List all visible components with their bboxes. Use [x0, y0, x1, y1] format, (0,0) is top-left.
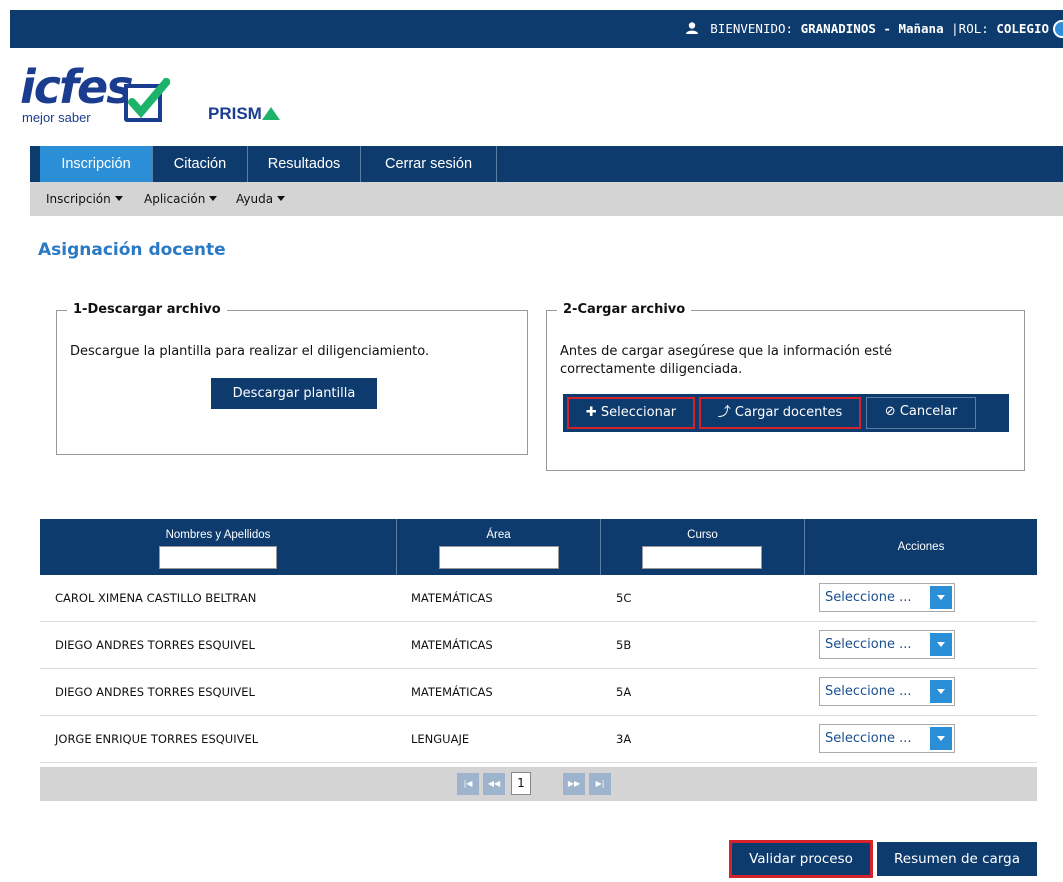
table-row: DIEGO ANDRES TORRES ESQUIVEL MATEMÁTICAS…: [40, 622, 1037, 669]
role-label: |ROL:: [951, 21, 989, 36]
column-header-area: Área: [397, 519, 601, 575]
submenu-inscripcion[interactable]: Inscripción: [46, 192, 123, 206]
caret-down-icon: [114, 196, 123, 201]
download-fieldset: 1-Descargar archivo Descargue la plantil…: [56, 302, 528, 455]
upload-toolbar: ✚ Seleccionar ⤴ Cargar docentes ⊘ Cancel…: [563, 394, 1009, 432]
dropdown-arrow-icon[interactable]: [930, 633, 952, 656]
upload-fieldset: 2-Cargar archivo Antes de cargar asegúre…: [546, 302, 1025, 471]
action-select-value: Seleccione ...: [825, 590, 912, 605]
cell-name: CAROL XIMENA CASTILLO BELTRAN: [55, 591, 257, 605]
action-select[interactable]: Seleccione ...: [819, 583, 955, 612]
cell-name: DIEGO ANDRES TORRES ESQUIVEL: [55, 638, 255, 652]
validate-process-button[interactable]: Validar proceso: [729, 840, 873, 878]
tab-inscripcion[interactable]: Inscripción: [40, 146, 153, 182]
column-header-nombres: Nombres y Apellidos: [40, 519, 397, 575]
logo-text: icfes: [20, 60, 134, 114]
table-row: JORGE ENRIQUE TORRES ESQUIVEL LENGUAJE 3…: [40, 716, 1037, 763]
last-page-icon[interactable]: ▶|: [589, 773, 611, 795]
submenu-inscripcion-label: Inscripción: [46, 192, 111, 206]
table-header: Nombres y Apellidos Área Curso Acciones: [40, 519, 1037, 575]
action-select-value: Seleccione ...: [825, 684, 912, 699]
help-circle-icon[interactable]: [1053, 20, 1063, 38]
download-legend: 1-Descargar archivo: [67, 302, 227, 317]
column-label-nombres: Nombres y Apellidos: [165, 529, 271, 541]
cell-area: MATEMÁTICAS: [411, 638, 493, 652]
cancel-label: Cancelar: [899, 404, 958, 419]
cell-name: DIEGO ANDRES TORRES ESQUIVEL: [55, 685, 255, 699]
cancel-icon: ⊘: [884, 404, 900, 419]
dropdown-arrow-icon[interactable]: [930, 680, 952, 703]
submenu-ayuda[interactable]: Ayuda: [236, 192, 286, 206]
page-title: Asignación docente: [38, 240, 226, 260]
action-select[interactable]: Seleccione ...: [819, 724, 955, 753]
logo-subtitle: mejor saber: [22, 110, 91, 125]
current-page[interactable]: 1: [511, 772, 531, 795]
column-label-curso: Curso: [687, 529, 718, 541]
pagination: |◀ ◀◀ 1 ▶▶ ▶|: [40, 767, 1037, 801]
top-bar: BIENVENIDO: GRANADINOS - Mañana |ROL: CO…: [10, 10, 1063, 48]
main-nav: Inscripción Citación Resultados Cerrar s…: [30, 146, 1063, 182]
dropdown-arrow-icon[interactable]: [930, 586, 952, 609]
cell-curso: 5B: [616, 638, 632, 652]
prisma-logo: PRISM: [208, 104, 280, 124]
cell-curso: 5A: [616, 685, 632, 699]
filter-nombres-input[interactable]: [159, 546, 277, 569]
table-row: CAROL XIMENA CASTILLO BELTRAN MATEMÁTICA…: [40, 575, 1037, 622]
dropdown-arrow-icon[interactable]: [930, 727, 952, 750]
caret-down-icon: [277, 196, 286, 201]
column-header-curso: Curso: [601, 519, 805, 575]
download-template-button[interactable]: Descargar plantilla: [211, 378, 377, 409]
welcome-label: BIENVENIDO:: [710, 21, 794, 36]
select-file-button[interactable]: ✚ Seleccionar: [567, 397, 695, 429]
cell-area: LENGUAJE: [411, 732, 470, 746]
submenu-aplicacion-label: Aplicación: [144, 192, 206, 206]
column-label-area: Área: [486, 529, 511, 541]
submenu-ayuda-label: Ayuda: [236, 192, 274, 206]
cell-name: JORGE ENRIQUE TORRES ESQUIVEL: [55, 732, 259, 746]
action-select[interactable]: Seleccione ...: [819, 630, 955, 659]
welcome-banner: BIENVENIDO: GRANADINOS - Mañana |ROL: CO…: [685, 21, 1049, 36]
plus-icon: ✚: [585, 405, 601, 420]
prisma-text: PRISM: [208, 104, 262, 123]
load-summary-button[interactable]: Resumen de carga: [877, 842, 1037, 876]
cell-curso: 3A: [616, 732, 632, 746]
tab-citacion[interactable]: Citación: [153, 146, 248, 182]
select-file-label: Seleccionar: [600, 405, 677, 420]
checkmark-icon: [124, 78, 170, 122]
download-instructions: Descargue la plantilla para realizar el …: [70, 344, 430, 359]
tab-resultados[interactable]: Resultados: [248, 146, 361, 182]
cancel-button[interactable]: ⊘ Cancelar: [866, 397, 976, 429]
upload-icon: ⤴: [717, 405, 735, 420]
first-page-icon[interactable]: |◀: [457, 773, 479, 795]
cell-area: MATEMÁTICAS: [411, 591, 493, 605]
submenu-aplicacion[interactable]: Aplicación: [144, 192, 218, 206]
column-label-acciones: Acciones: [897, 541, 945, 553]
previous-page-icon[interactable]: ◀◀: [483, 773, 505, 795]
cell-curso: 5C: [616, 591, 632, 605]
filter-area-input[interactable]: [439, 546, 559, 569]
upload-instructions: Antes de cargar asegúrese que la informa…: [560, 344, 893, 377]
action-select[interactable]: Seleccione ...: [819, 677, 955, 706]
next-page-icon[interactable]: ▶▶: [563, 773, 585, 795]
table-row: DIEGO ANDRES TORRES ESQUIVEL MATEMÁTICAS…: [40, 669, 1037, 716]
tab-cerrar-sesion[interactable]: Cerrar sesión: [361, 146, 497, 182]
icfes-logo: icfes mejor saber: [20, 60, 190, 130]
action-select-value: Seleccione ...: [825, 637, 912, 652]
sub-nav: Inscripción Aplicación Ayuda: [30, 182, 1063, 216]
upload-teachers-button[interactable]: ⤴ Cargar docentes: [699, 397, 861, 429]
upload-teachers-label: Cargar docentes: [734, 405, 843, 420]
cell-area: MATEMÁTICAS: [411, 685, 493, 699]
column-header-acciones: Acciones: [805, 519, 1037, 575]
role-value: COLEGIO: [996, 21, 1049, 36]
prisma-triangle-icon: [261, 107, 280, 120]
upload-legend: 2-Cargar archivo: [557, 302, 692, 317]
caret-down-icon: [209, 196, 218, 201]
action-select-value: Seleccione ...: [825, 731, 912, 746]
filter-curso-input[interactable]: [642, 546, 762, 569]
user-name: GRANADINOS - Mañana: [800, 21, 944, 36]
user-icon: [685, 22, 698, 34]
